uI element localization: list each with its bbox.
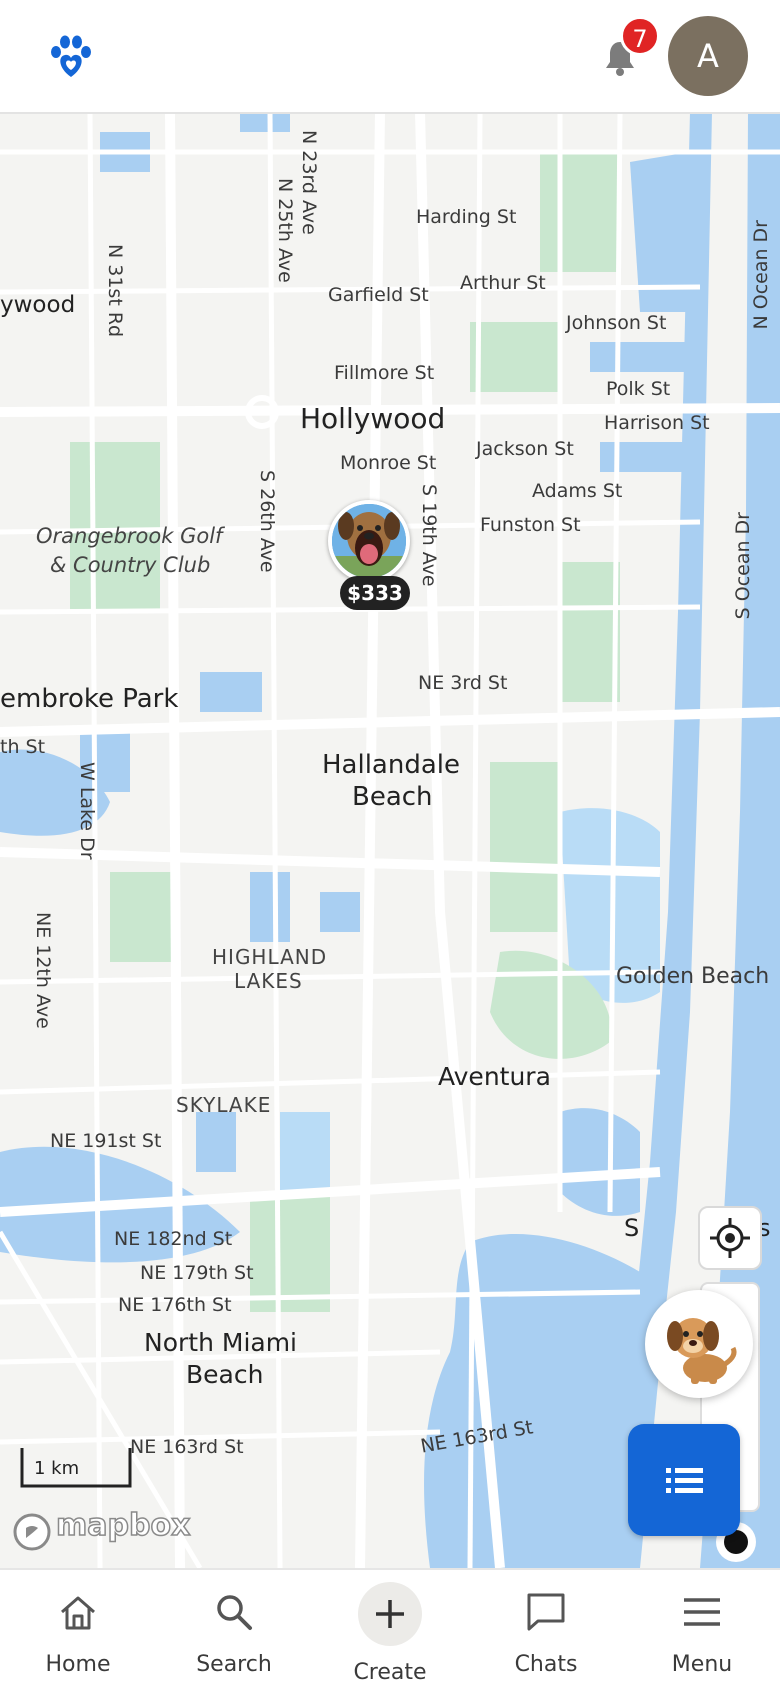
- nav-label: Create: [353, 1660, 427, 1685]
- nav-label: Home: [45, 1652, 111, 1677]
- street-label: S 26th Ave: [256, 470, 278, 573]
- street-label: S Ocean Dr: [732, 512, 754, 620]
- city-label: North Miami: [144, 1328, 298, 1357]
- city-label: Hallandale: [322, 750, 460, 780]
- street-label: NE 179th St: [140, 1262, 254, 1284]
- street-label: Harding St: [416, 206, 517, 228]
- locate-me-button[interactable]: [698, 1206, 762, 1270]
- avatar[interactable]: A: [668, 16, 748, 96]
- notification-badge[interactable]: 7: [620, 16, 660, 56]
- chat-bubble-icon: [527, 1593, 565, 1631]
- map-view[interactable]: Harding St Arthur St Garfield St Johnson…: [0, 112, 780, 1568]
- pet-assistant-button[interactable]: [645, 1290, 753, 1398]
- nav-home[interactable]: Home: [8, 1570, 148, 1690]
- plus-icon: [376, 1600, 404, 1628]
- street-label: N Ocean Dr: [750, 220, 772, 330]
- mapbox-attribution[interactable]: mapbox: [12, 1507, 191, 1548]
- city-label: ywood: [0, 292, 76, 318]
- list-view-button[interactable]: [628, 1424, 740, 1536]
- city-label: S: [624, 1214, 640, 1242]
- city-label: Beach: [186, 1360, 264, 1389]
- street-label: Arthur St: [460, 272, 546, 294]
- scale-label: 1 km: [34, 1458, 80, 1479]
- nav-label: Menu: [671, 1652, 733, 1677]
- city-label: Golden Beach: [616, 964, 770, 989]
- city-label: Beach: [352, 782, 433, 812]
- street-label: N 23rd Ave: [298, 130, 320, 235]
- bottom-navigation: Home Search Create Chats Menu: [0, 1568, 780, 1690]
- nav-create[interactable]: Create: [320, 1570, 460, 1690]
- street-label: Harrison St: [604, 412, 710, 434]
- nav-search[interactable]: Search: [164, 1570, 304, 1690]
- street-label: Funston St: [480, 514, 581, 536]
- street-label: W Lake Dr: [76, 762, 98, 860]
- crosshair-icon: [710, 1218, 750, 1258]
- street-label: Jackson St: [476, 438, 574, 460]
- dog-face-image: [332, 504, 406, 578]
- search-icon: [217, 1595, 252, 1630]
- cartoon-dog-icon: [667, 1318, 737, 1384]
- create-circle: [358, 1582, 422, 1646]
- street-label: NE 163rd St: [130, 1436, 244, 1458]
- list-icon: [666, 1468, 703, 1493]
- street-label: Garfield St: [328, 284, 429, 306]
- street-label: NE 3rd St: [418, 672, 508, 694]
- neighborhood-label: LAKES: [234, 969, 303, 993]
- neighborhood-label: SKYLAKE: [176, 1093, 272, 1117]
- paw-heart-icon[interactable]: [48, 34, 94, 80]
- top-header: 7 A: [0, 0, 780, 114]
- street-label: Polk St: [606, 378, 671, 400]
- nav-menu[interactable]: Menu: [632, 1570, 772, 1690]
- price-tag[interactable]: $333: [340, 576, 410, 610]
- street-label: Fillmore St: [334, 362, 435, 384]
- street-label: th St: [0, 736, 46, 758]
- park-label: & Country Club: [50, 553, 211, 577]
- pet-listing-pin[interactable]: $333: [326, 500, 416, 620]
- park-label: Orangebrook Golf: [36, 524, 223, 548]
- neighborhood-label: HIGHLAND: [212, 945, 328, 969]
- nav-chats[interactable]: Chats: [476, 1570, 616, 1690]
- street-label: Adams St: [532, 480, 623, 502]
- street-label: Johnson St: [566, 312, 667, 334]
- street-label: NE 12th Ave: [32, 912, 54, 1029]
- street-label: N 31st Rd: [104, 244, 126, 338]
- street-label: NE 176th St: [118, 1294, 232, 1316]
- street-label: N 25th Ave: [274, 178, 296, 283]
- dog-photo: [328, 500, 410, 582]
- street-label: S 19th Ave: [418, 484, 440, 587]
- nav-label: Search: [196, 1652, 272, 1677]
- city-label: Aventura: [438, 1062, 551, 1091]
- street-label: NE 191st St: [50, 1130, 162, 1152]
- city-label: Hollywood: [300, 402, 446, 435]
- nav-label: Chats: [514, 1652, 578, 1677]
- hamburger-menu-icon: [684, 1598, 720, 1626]
- city-label: embroke Park: [0, 684, 179, 714]
- street-label: NE 182nd St: [114, 1228, 233, 1250]
- home-icon: [61, 1596, 95, 1630]
- street-label: Monroe St: [340, 452, 437, 474]
